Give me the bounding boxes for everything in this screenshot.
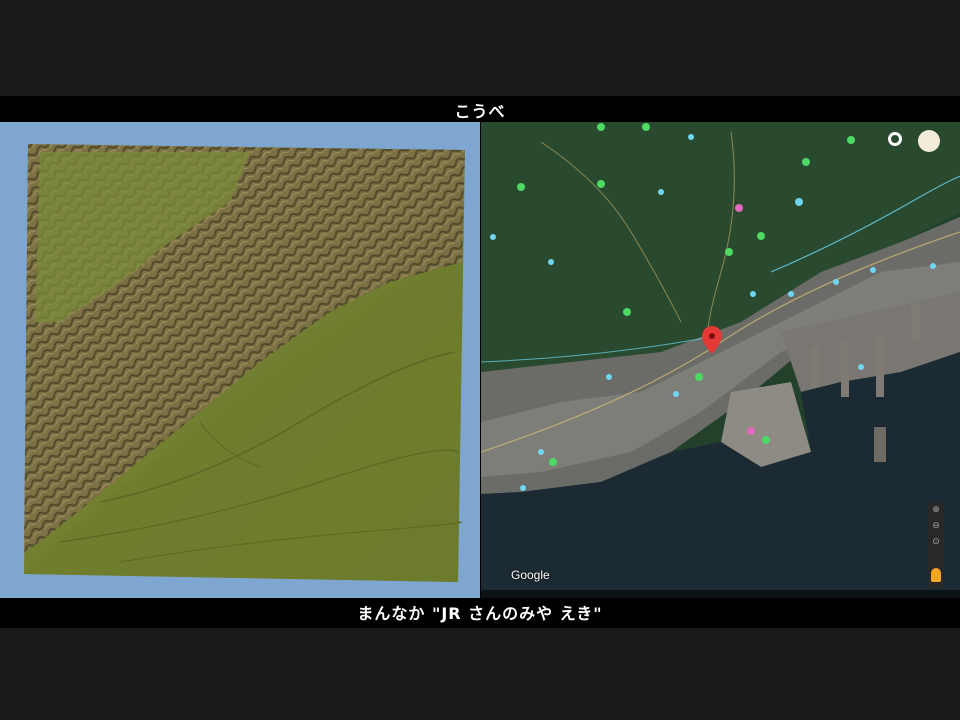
top-caption: こうべ [454,102,506,121]
letterbox-bottom [0,628,960,720]
letterbox-top [0,0,960,96]
rotate-icon[interactable]: ⊙ [928,534,944,550]
map-footer-bar [481,590,960,598]
zoom-out-icon[interactable]: ⊖ [928,518,944,534]
pegman-icon[interactable] [931,568,941,582]
settings-icon[interactable] [888,132,902,146]
satellite-map-pane[interactable]: ⊕ ⊖ ⊙ Google [481,122,960,598]
google-logo: Google [511,568,550,582]
terrain-render-pane [0,122,480,598]
zoom-in-icon[interactable]: ⊕ [928,502,944,518]
bottom-caption: まんなか "JR さんのみや えき" [357,604,603,623]
terrain-render [24,144,465,582]
profile-icon[interactable] [918,130,940,152]
satellite-map[interactable] [481,122,960,598]
